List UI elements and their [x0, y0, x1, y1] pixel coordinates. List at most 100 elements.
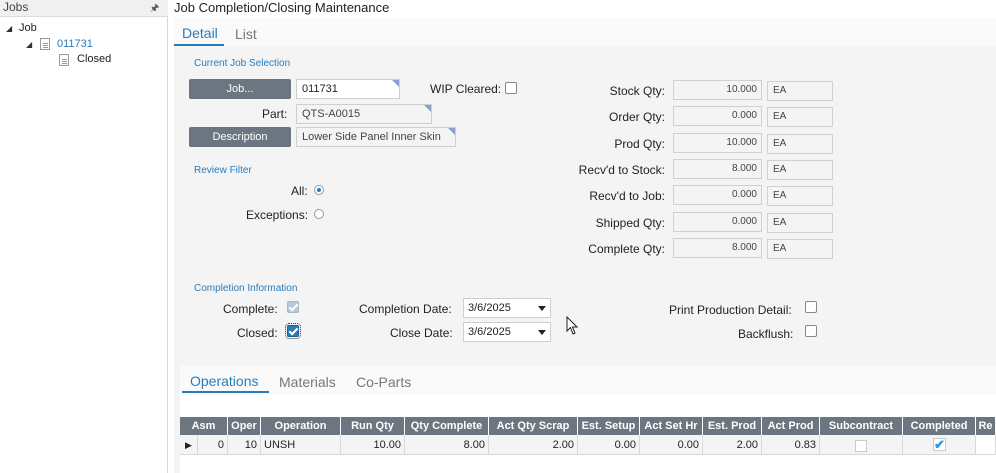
- grid-header-cell[interactable]: Est. Setup: [578, 417, 640, 435]
- grid-header-cell[interactable]: Re: [976, 417, 996, 435]
- exceptions-label: Exceptions:: [246, 208, 309, 222]
- closed-checkbox[interactable]: [285, 323, 301, 339]
- job-button[interactable]: Job...: [189, 79, 291, 99]
- part-label: Part:: [262, 107, 288, 121]
- grid-cell[interactable]: 0.00: [578, 435, 640, 455]
- qty-value: 10.000: [673, 80, 762, 100]
- qty-uom: EA: [767, 81, 833, 101]
- tab-operations[interactable]: Operations: [190, 373, 258, 389]
- current-job-section-label: Current Job Selection: [194, 58, 291, 69]
- tree-title: Jobs: [3, 0, 29, 14]
- qty-value: 0.000: [673, 106, 762, 126]
- grid-cell[interactable]: 8.00: [405, 435, 489, 455]
- grid-header-cell[interactable]: Est. Prod: [703, 417, 762, 435]
- review-filter-section-label: Review Filter: [194, 165, 252, 176]
- grid-cell[interactable]: 2.00: [703, 435, 762, 455]
- grid-header-cell[interactable]: Qty Complete: [405, 417, 489, 435]
- grid-cell[interactable]: 0.83: [762, 435, 820, 455]
- tree-node-job[interactable]: Job: [19, 22, 37, 34]
- exceptions-radio[interactable]: [314, 209, 324, 219]
- backflush-checkbox[interactable]: [805, 325, 817, 337]
- completed-check-icon[interactable]: ✔: [933, 438, 946, 451]
- grid-header-cell[interactable]: Asm: [180, 417, 228, 435]
- close-date-label: Close Date:: [390, 326, 453, 340]
- grid-header-cell[interactable]: Act Prod: [762, 417, 820, 435]
- grid-cell[interactable]: 2.00: [489, 435, 578, 455]
- tab-materials[interactable]: Materials: [279, 374, 336, 390]
- part-value: QTS-A0015: [302, 108, 361, 120]
- qty-uom: EA: [767, 213, 833, 233]
- qty-label: Recv'd to Job:: [589, 189, 665, 203]
- print-production-detail-label: Print Production Detail:: [669, 303, 792, 317]
- grid-cell[interactable]: [976, 435, 996, 455]
- all-radio[interactable]: [314, 185, 324, 195]
- tabs-strip: [174, 18, 996, 46]
- grid-header-cell[interactable]: Act Qty Scrap: [489, 417, 578, 435]
- collapse-triangle-icon[interactable]: ◢: [6, 24, 12, 33]
- description-button[interactable]: Description: [189, 127, 291, 147]
- tab-co-parts[interactable]: Co-Parts: [356, 374, 411, 390]
- grid-header-cell[interactable]: Oper: [228, 417, 261, 435]
- tab-detail[interactable]: Detail: [182, 25, 218, 41]
- closed-document-icon: [59, 54, 69, 66]
- close-date-picker[interactable]: 3/6/2025: [463, 322, 551, 342]
- tree-node-job-number[interactable]: 011731: [57, 38, 93, 50]
- backflush-label: Backflush:: [738, 327, 794, 341]
- qty-label: Order Qty:: [608, 110, 665, 124]
- grid-header-cell[interactable]: Operation: [261, 417, 341, 435]
- tree-node-closed[interactable]: Closed: [77, 53, 111, 65]
- grid-cell[interactable]: UNSH: [261, 435, 341, 455]
- completion-section-label: Completion Information: [194, 283, 298, 294]
- qty-value: 8.000: [673, 159, 762, 179]
- grid-header-cell[interactable]: Act Set Hr: [640, 417, 703, 435]
- description-field: Lower Side Panel Inner Skin: [296, 127, 456, 147]
- job-document-icon: [40, 38, 50, 50]
- grid-cell[interactable]: 10: [228, 435, 261, 455]
- collapse-triangle-icon[interactable]: ◢: [26, 40, 32, 49]
- qty-uom: EA: [767, 134, 833, 154]
- all-label: All:: [291, 184, 308, 198]
- qty-label: Prod Qty:: [614, 137, 665, 151]
- completion-date-picker[interactable]: 3/6/2025: [463, 298, 551, 318]
- grid-header-cell[interactable]: Completed: [903, 417, 976, 435]
- tab-list[interactable]: List: [235, 26, 257, 42]
- chevron-down-icon[interactable]: [538, 330, 546, 335]
- complete-label: Complete:: [223, 302, 278, 316]
- qty-uom: EA: [767, 160, 833, 180]
- completion-date-label: Completion Date:: [359, 302, 452, 316]
- qty-value: 8.000: [673, 238, 762, 258]
- job-number-field[interactable]: 011731: [296, 79, 400, 99]
- tab-detail-underline: [174, 44, 224, 46]
- close-date-value: 3/6/2025: [468, 326, 511, 338]
- grid-cell[interactable]: 0: [198, 435, 228, 455]
- qty-label: Shipped Qty:: [595, 216, 665, 230]
- chevron-down-icon[interactable]: [538, 306, 546, 311]
- qty-label: Recv'd to Stock:: [578, 163, 665, 177]
- subcontract-checkbox[interactable]: [855, 440, 867, 452]
- qty-value: 0.000: [673, 212, 762, 232]
- wip-cleared-label: WIP Cleared:: [430, 82, 502, 96]
- completion-date-value: 3/6/2025: [468, 302, 511, 314]
- grid-cell[interactable]: 10.00: [341, 435, 405, 455]
- qty-label: Stock Qty:: [609, 84, 665, 98]
- qty-value: 10.000: [673, 133, 762, 153]
- grid-header-cell[interactable]: Run Qty: [341, 417, 405, 435]
- grid-cell[interactable]: 0.00: [640, 435, 703, 455]
- mouse-cursor-icon: [566, 316, 578, 335]
- wip-cleared-checkbox[interactable]: [505, 82, 517, 94]
- job-number-value: 011731: [302, 83, 338, 95]
- qty-value: 0.000: [673, 185, 762, 205]
- row-selector-icon[interactable]: ▶: [180, 435, 198, 455]
- qty-uom: EA: [767, 107, 833, 127]
- qty-uom: EA: [767, 186, 833, 206]
- print-production-detail-checkbox[interactable]: [805, 301, 817, 313]
- qty-label: Complete Qty:: [588, 242, 665, 256]
- complete-checkbox[interactable]: [287, 301, 299, 313]
- description-value: Lower Side Panel Inner Skin: [302, 131, 441, 143]
- closed-label: Closed:: [237, 326, 278, 340]
- part-field: QTS-A0015: [296, 104, 432, 124]
- grid-header-cell[interactable]: Subcontract: [820, 417, 903, 435]
- page-title: Job Completion/Closing Maintenance: [174, 0, 390, 15]
- pin-icon[interactable]: 🖈: [150, 1, 159, 18]
- tab-operations-underline: [182, 391, 269, 393]
